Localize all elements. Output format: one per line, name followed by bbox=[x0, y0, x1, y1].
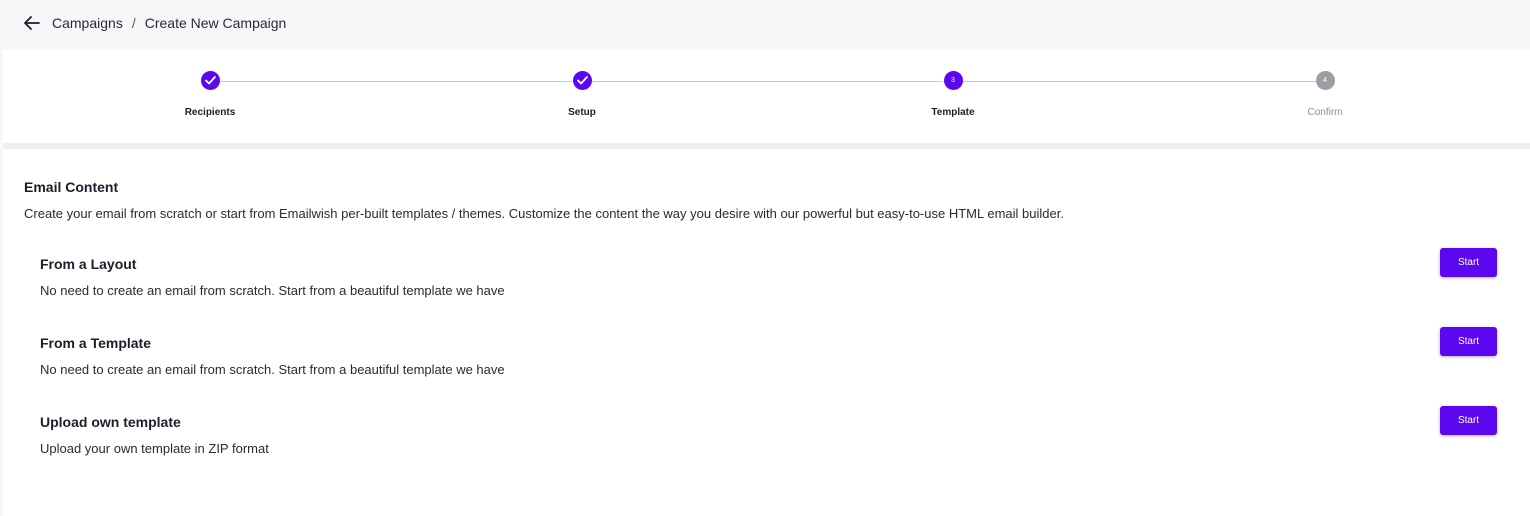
option-description: Upload your own template in ZIP format bbox=[40, 441, 269, 456]
step-label: Setup bbox=[568, 107, 596, 118]
stepper-connector bbox=[591, 81, 943, 82]
arrow-left-icon[interactable] bbox=[22, 13, 42, 33]
step-template[interactable]: 3 Template bbox=[893, 71, 1013, 118]
start-template-button[interactable]: Start bbox=[1440, 327, 1497, 356]
step-label: Template bbox=[931, 107, 975, 118]
option-description: No need to create an email from scratch.… bbox=[40, 283, 505, 298]
progress-stepper: Recipients Setup 3 Template 4 Confirm bbox=[3, 50, 1530, 143]
check-icon bbox=[572, 71, 592, 90]
step-label: Confirm bbox=[1307, 107, 1343, 118]
stepper-connector bbox=[219, 81, 572, 82]
start-upload-button[interactable]: Start bbox=[1440, 406, 1497, 435]
create-campaign-page: Campaigns / Create New Campaign Recipien… bbox=[0, 0, 1530, 516]
step-setup[interactable]: Setup bbox=[522, 71, 642, 118]
stepper-connector bbox=[963, 81, 1316, 82]
option-title: From a Template bbox=[40, 335, 151, 351]
section-title: Email Content bbox=[24, 179, 119, 195]
option-from-template: From a Template No need to create an ema… bbox=[40, 327, 1500, 395]
step-label: Recipients bbox=[184, 107, 236, 118]
step-number-badge: 3 bbox=[943, 71, 963, 90]
breadcrumb: Campaigns / Create New Campaign bbox=[0, 0, 1530, 46]
email-content-panel: Email Content Create your email from scr… bbox=[3, 149, 1530, 516]
breadcrumb-current: Create New Campaign bbox=[144, 15, 287, 31]
start-layout-button[interactable]: Start bbox=[1440, 248, 1497, 277]
breadcrumb-campaigns-link[interactable]: Campaigns bbox=[52, 15, 123, 31]
breadcrumb-separator: / bbox=[131, 15, 136, 31]
step-number-badge: 4 bbox=[1315, 71, 1335, 90]
option-from-layout: From a Layout No need to create an email… bbox=[40, 248, 1500, 316]
step-recipients[interactable]: Recipients bbox=[150, 71, 270, 118]
option-description: No need to create an email from scratch.… bbox=[40, 362, 505, 377]
section-description: Create your email from scratch or start … bbox=[24, 206, 1064, 221]
option-title: From a Layout bbox=[40, 256, 137, 272]
option-title: Upload own template bbox=[40, 414, 181, 430]
option-upload-template: Upload own template Upload your own temp… bbox=[40, 406, 1500, 474]
step-confirm[interactable]: 4 Confirm bbox=[1265, 71, 1385, 118]
check-icon bbox=[200, 71, 220, 90]
